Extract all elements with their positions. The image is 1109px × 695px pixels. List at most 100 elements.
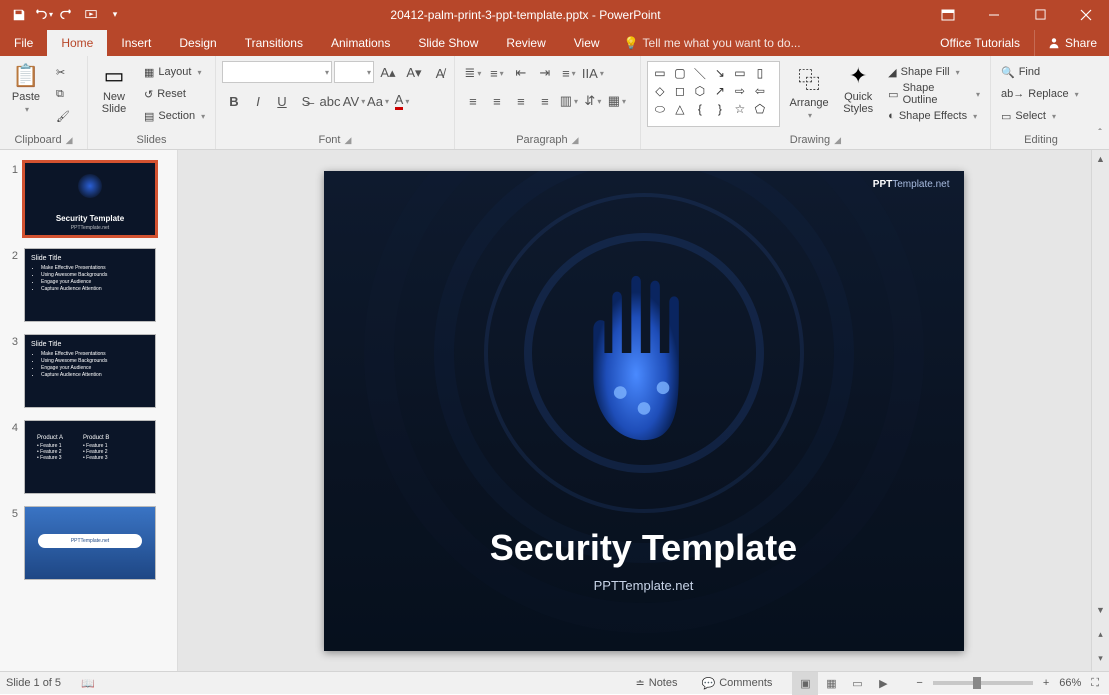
bullets-button[interactable]: ≣▾	[461, 61, 485, 85]
increase-font-button[interactable]: A▴	[376, 61, 400, 85]
reset-button[interactable]: ↺ Reset	[140, 83, 209, 105]
decrease-indent-button[interactable]: ⇤	[509, 61, 533, 85]
share-button[interactable]: Share	[1034, 30, 1109, 56]
change-case-button[interactable]: Aa▾	[366, 89, 390, 113]
title-bar: ▾ ▾ 20412-palm-print-3-ppt-template.pptx…	[0, 0, 1109, 29]
line-spacing-button[interactable]: ≡▾	[557, 61, 581, 85]
thumbnail-number: 2	[6, 248, 18, 262]
slide-thumbnails-panel[interactable]: 1Security TemplatePPTTemplate.net2Slide …	[0, 150, 178, 671]
italic-button[interactable]: I	[246, 89, 270, 113]
justify-button[interactable]: ≡	[533, 89, 557, 113]
align-text-button[interactable]: ⇵▾	[581, 89, 605, 113]
find-button[interactable]: 🔍 Find	[997, 61, 1083, 83]
numbering-button[interactable]: ≡▾	[485, 61, 509, 85]
redo-button[interactable]	[56, 4, 78, 26]
editing-group-label: Editing	[1024, 134, 1058, 146]
shapes-gallery[interactable]: ▭▢＼↘▭▯ ◇◻⬡↗⇨⇦ ⬭△{}☆⬠	[647, 61, 780, 127]
font-group-label: Font	[318, 134, 340, 146]
text-direction-button[interactable]: IIA▾	[581, 61, 605, 85]
paste-button[interactable]: 📋Paste▾	[6, 61, 46, 117]
decrease-font-button[interactable]: A▾	[402, 61, 426, 85]
shape-outline-button[interactable]: ▭ Shape Outline▾	[884, 83, 984, 105]
start-from-beginning-button[interactable]	[80, 4, 102, 26]
close-button[interactable]	[1063, 0, 1109, 29]
slideshow-tab[interactable]: Slide Show	[404, 30, 492, 56]
zoom-out-button[interactable]: −	[912, 677, 926, 689]
font-size-combo[interactable]: ▾	[334, 61, 374, 83]
paragraph-group: ≣▾ ≡▾ ⇤ ⇥ ≡▾ IIA▾ ≡ ≡ ≡ ≡ ▥▾ ⇵▾ ▦▾ Parag…	[455, 56, 641, 149]
animations-tab[interactable]: Animations	[317, 30, 404, 56]
font-launcher[interactable]: ◢	[344, 135, 351, 146]
clear-formatting-button[interactable]: A̸	[428, 61, 452, 85]
quick-styles-button[interactable]: ✦Quick Styles	[838, 61, 878, 117]
maximize-button[interactable]	[1017, 0, 1063, 29]
thumbnail-number: 3	[6, 334, 18, 348]
drawing-launcher[interactable]: ◢	[834, 135, 841, 146]
slide-thumbnail[interactable]: Security TemplatePPTTemplate.net	[24, 162, 156, 236]
normal-view-button[interactable]: ▣	[792, 672, 818, 695]
review-tab[interactable]: Review	[492, 30, 559, 56]
ribbon-display-options-button[interactable]	[925, 0, 971, 29]
align-left-button[interactable]: ≡	[461, 89, 485, 113]
shadow-button[interactable]: abc	[318, 89, 342, 113]
replace-button[interactable]: ab→ Replace▾	[997, 83, 1083, 105]
select-button[interactable]: ▭ Select▾	[997, 105, 1083, 127]
section-button[interactable]: ▤ Section▾	[140, 105, 209, 127]
bold-button[interactable]: B	[222, 89, 246, 113]
columns-button[interactable]: ▥▾	[557, 89, 581, 113]
zoom-slider[interactable]	[933, 681, 1033, 685]
char-spacing-button[interactable]: AV▾	[342, 89, 366, 113]
slide-thumbnail[interactable]: Product A• Feature 1• Feature 2• Feature…	[24, 420, 156, 494]
align-right-button[interactable]: ≡	[509, 89, 533, 113]
cut-button[interactable]: ✂	[52, 61, 74, 83]
save-button[interactable]	[8, 4, 30, 26]
design-tab[interactable]: Design	[165, 30, 230, 56]
copy-button[interactable]: ⧉	[52, 83, 74, 105]
qat-customize-button[interactable]: ▾	[104, 4, 126, 26]
slideshow-view-button[interactable]: ▶	[870, 672, 896, 695]
view-tab[interactable]: View	[560, 30, 614, 56]
next-slide-button[interactable]: ▾	[1096, 649, 1105, 667]
slide-thumbnail[interactable]: Slide TitleMake Effective PresentationsU…	[24, 334, 156, 408]
transitions-tab[interactable]: Transitions	[231, 30, 317, 56]
handprint-graphic	[564, 258, 724, 448]
insert-tab[interactable]: Insert	[107, 30, 165, 56]
tell-me-search[interactable]: 💡 Tell me what you want to do...	[614, 30, 811, 56]
home-tab[interactable]: Home	[47, 30, 107, 56]
sorter-view-button[interactable]: ▦	[818, 672, 844, 695]
fit-to-window-button[interactable]: ⛶	[1087, 677, 1103, 690]
spellcheck-status[interactable]: 📖	[77, 672, 99, 694]
align-center-button[interactable]: ≡	[485, 89, 509, 113]
file-tab[interactable]: File	[0, 30, 47, 56]
office-tutorials-link[interactable]: Office Tutorials	[926, 30, 1034, 56]
prev-slide-button[interactable]: ▴	[1096, 625, 1105, 643]
shape-fill-button[interactable]: ◢ Shape Fill▾	[884, 61, 984, 83]
font-color-button[interactable]: A▾	[390, 89, 414, 113]
smartart-button[interactable]: ▦▾	[605, 89, 629, 113]
vertical-scrollbar[interactable]: ▲ ▼ ▴ ▾	[1091, 150, 1109, 671]
comments-button[interactable]: 💬 Comments	[698, 672, 777, 694]
underline-button[interactable]: U	[270, 89, 294, 113]
format-painter-button[interactable]: 🖌	[52, 105, 74, 127]
clipboard-launcher[interactable]: ◢	[66, 135, 73, 146]
notes-button[interactable]: ≐ Notes	[632, 672, 682, 694]
shape-effects-button[interactable]: ◐ Shape Effects▾	[884, 105, 984, 127]
slide-thumbnail[interactable]: Slide TitleMake Effective PresentationsU…	[24, 248, 156, 322]
new-slide-button[interactable]: ▭New Slide	[94, 61, 134, 117]
layout-button[interactable]: ▦ Layout▾	[140, 61, 209, 83]
slide-thumbnail[interactable]: PPTTemplate.net	[24, 506, 156, 580]
arrange-button[interactable]: ⿻Arrange▾	[786, 61, 832, 123]
paragraph-launcher[interactable]: ◢	[572, 135, 579, 146]
scroll-down-button[interactable]: ▼	[1096, 601, 1105, 619]
collapse-ribbon-button[interactable]: ˆ	[1091, 121, 1109, 145]
thumbnail-row: 2 Slide TitleMake Effective Presentations…	[0, 244, 177, 330]
strikethrough-button[interactable]: S̶	[294, 89, 318, 113]
minimize-button[interactable]	[971, 0, 1017, 29]
current-slide[interactable]: PPTTemplate.net Security Template PPTTem…	[324, 171, 964, 651]
scroll-up-button[interactable]: ▲	[1092, 150, 1109, 168]
reading-view-button[interactable]: ▭	[844, 672, 870, 695]
zoom-in-button[interactable]: +	[1039, 677, 1053, 689]
undo-button[interactable]: ▾	[32, 4, 54, 26]
font-family-combo[interactable]: ▾	[222, 61, 332, 83]
increase-indent-button[interactable]: ⇥	[533, 61, 557, 85]
